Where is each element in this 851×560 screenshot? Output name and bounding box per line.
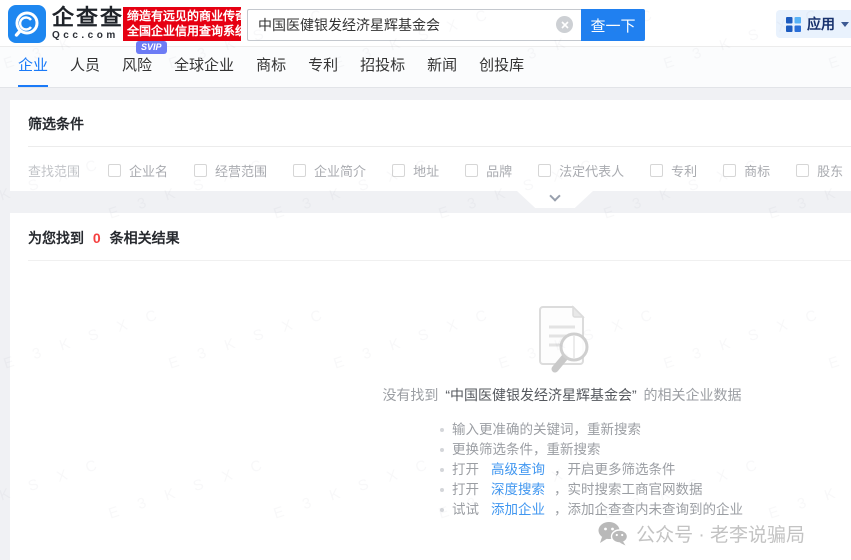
checkbox-icon [194,164,207,177]
slogan-line1: 缔造有远见的商业传奇 [127,9,237,24]
chevron-down-icon [549,190,560,201]
tab-people[interactable]: 人员 [70,49,100,87]
advanced-search-link[interactable]: 高级查询 [491,460,545,480]
checkbox-icon [723,164,736,177]
channel-watermark-text: 公众号 · 老李说骗局 [636,520,805,547]
apps-label: 应用 [807,14,835,34]
filter-title: 筛选条件 [10,100,851,134]
svip-badge: SVIP [136,41,167,54]
suggestion-item: 更换筛选条件，重新搜索 [440,440,742,460]
search-keyword: “中国医健银发经济星辉基金会” [445,387,636,403]
count-prefix: 为您找到 [28,230,84,246]
checkbox-icon [538,164,551,177]
checkbox-trademark[interactable]: 商标 [723,161,770,180]
header: 企查查 Qcc.com 缔造有远见的商业传奇 全国企业信用查询系统 查一下 应用 [0,0,851,47]
empty-message-suffix: 的相关企业数据 [644,387,742,403]
bullet-icon [440,508,444,512]
checkbox-company-profile[interactable]: 企业简介 [293,161,366,180]
empty-state: 没有找到 “中国医健银发经济星辉基金会” 的相关企业数据 输入更准确的关键词，重… [382,301,742,520]
bullet-icon [440,468,444,472]
tab-news[interactable]: 新闻 [427,49,457,87]
caret-down-icon [841,22,849,27]
tab-enterprise[interactable]: 企业 [18,49,48,87]
results-panel: 为您找到 0 条相关结果 没有找到 “中国医健银发经济星辉基金会” 的相关企业数… [10,213,851,560]
filter-scope-row: 查找范围 企业名 经营范围 企业简介 地址 品牌 法定代表人 专利 [10,147,851,180]
bullet-icon [440,428,444,432]
tab-risk[interactable]: 风险 SVIP [122,49,152,87]
bullet-icon [440,488,444,492]
checkbox-company-name[interactable]: 企业名 [108,161,168,180]
deep-search-link[interactable]: 深度搜索 [491,480,545,500]
suggestion-list: 输入更准确的关键词，重新搜索 更换筛选条件，重新搜索 打开 高级查询 ，开启更多… [440,420,742,520]
tab-bidding[interactable]: 招投标 [360,49,405,87]
qcc-logo-text[interactable]: 企查查 Qcc.com [52,6,124,42]
slogan-line2: 全国企业信用查询系统 [127,24,237,39]
tab-global-enterprise[interactable]: 全球企业 [174,49,234,87]
filter-panel: 筛选条件 查找范围 企业名 经营范围 企业简介 地址 品牌 法定代表人 [10,100,851,191]
bullet-icon [440,448,444,452]
scope-label: 查找范围 [28,161,80,180]
checkbox-shareholder[interactable]: 股东 [796,161,843,180]
checkbox-address[interactable]: 地址 [392,161,439,180]
apps-grid-icon [786,17,801,32]
suggestion-item: 打开 深度搜索 ，实时搜索工商官网数据 [440,480,742,500]
tab-patent[interactable]: 专利 [308,49,338,87]
suggestion-item: 试试 添加企业 ，添加企查查内未查询到的企业 [440,500,742,520]
results-count-row: 为您找到 0 条相关结果 [10,213,851,260]
qcc-logo-icon[interactable] [8,5,46,43]
checkbox-business-scope[interactable]: 经营范围 [194,161,267,180]
results-count: 0 [93,230,101,246]
logo-title: 企查查 [52,6,124,30]
clear-search-icon[interactable] [556,16,573,33]
suggestion-item: 输入更准确的关键词，重新搜索 [440,420,742,440]
no-results-document-icon [521,301,603,377]
checkbox-icon [465,164,478,177]
tab-venture-capital[interactable]: 创投库 [479,49,524,87]
checkbox-brand[interactable]: 品牌 [465,161,512,180]
empty-message-prefix: 没有找到 [382,387,438,403]
channel-watermark: 公众号 · 老李说骗局 [598,520,805,547]
empty-message: 没有找到 “中国医健银发经济星辉基金会” 的相关企业数据 [382,385,742,405]
wechat-icon [598,521,628,546]
apps-button[interactable]: 应用 [776,10,851,38]
checkbox-icon [293,164,306,177]
checkbox-patent[interactable]: 专利 [650,161,697,180]
checkbox-icon [392,164,405,177]
search-input[interactable] [247,9,581,41]
checkbox-icon [650,164,663,177]
checkbox-icon [108,164,121,177]
divider [28,260,851,261]
search-button[interactable]: 查一下 [581,9,645,41]
checkbox-icon [796,164,809,177]
tab-risk-label: 风险 [122,57,152,74]
tab-trademark[interactable]: 商标 [256,49,286,87]
slogan-banner: 缔造有远见的商业传奇 全国企业信用查询系统 [123,7,241,41]
count-suffix: 条相关结果 [110,230,180,246]
logo-domain: Qcc.com [52,30,124,42]
suggestion-item: 打开 高级查询 ，开启更多筛选条件 [440,460,742,480]
checkbox-legal-representative[interactable]: 法定代表人 [538,161,624,180]
nav-bar: 企业 人员 风险 SVIP 全球企业 商标 专利 招投标 新闻 创投库 [0,47,851,88]
add-company-link[interactable]: 添加企业 [491,500,545,520]
